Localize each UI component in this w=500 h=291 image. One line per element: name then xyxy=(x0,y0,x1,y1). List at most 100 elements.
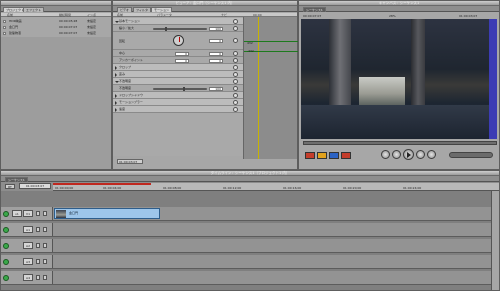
play-in-to-out-button[interactable] xyxy=(381,150,390,159)
lock-icon[interactable] xyxy=(36,275,40,280)
play-around-button[interactable] xyxy=(427,150,436,159)
list-item[interactable]: 建築物液 00:00:07:07 未設定 xyxy=(3,31,111,35)
disclosure-triangle-icon[interactable] xyxy=(115,107,117,112)
rotation-dial[interactable] xyxy=(173,35,184,46)
tab-motion[interactable]: モーション xyxy=(151,7,172,12)
play-button[interactable] xyxy=(403,149,414,160)
track-source-label[interactable]: v1 xyxy=(12,210,22,217)
param-section-speed[interactable]: 速度 xyxy=(113,106,243,113)
link-icon[interactable] xyxy=(43,275,47,280)
opacity-field[interactable]: 100 xyxy=(209,86,223,91)
browser-list-area xyxy=(1,37,111,169)
reset-button[interactable] xyxy=(233,107,238,112)
add-marker-button[interactable] xyxy=(329,152,339,159)
track-name-label[interactable]: A3 xyxy=(23,258,33,265)
reset-button[interactable] xyxy=(233,100,238,105)
link-icon[interactable] xyxy=(43,243,47,248)
track-name-label[interactable]: A1 xyxy=(23,226,33,233)
reset-button[interactable] xyxy=(233,72,238,77)
rotation-field[interactable]: 0 xyxy=(209,39,223,43)
next-edit-button[interactable] xyxy=(416,150,425,159)
disclosure-triangle-icon[interactable] xyxy=(115,93,117,98)
current-timecode[interactable]: 01:00:03:07 xyxy=(19,183,51,189)
rt-button[interactable]: RT xyxy=(5,184,15,189)
column-in[interactable]: イン点 xyxy=(87,13,96,17)
lock-icon[interactable] xyxy=(36,211,40,216)
param-section-drop-shadow[interactable]: ドロップシャドウ xyxy=(113,92,243,99)
link-icon[interactable] xyxy=(43,211,47,216)
slider-knob[interactable] xyxy=(165,26,167,31)
lock-icon[interactable] xyxy=(36,243,40,248)
time-ruler[interactable]: 01:00:00;00 01:00:04;00 01:00:08;00 01:0… xyxy=(53,183,499,191)
canvas-timecode-right[interactable]: 01:00:03;07 xyxy=(459,14,477,18)
nav-value-2: -432 xyxy=(247,49,254,53)
slider-knob[interactable] xyxy=(183,86,185,91)
track-audible-toggle[interactable] xyxy=(3,259,9,265)
list-item[interactable]: HDR映画 00:00:05;28 未設定 xyxy=(3,19,111,23)
list-item[interactable]: 金口門 00:00:07:07 未設定 xyxy=(3,25,111,29)
tab-effects[interactable]: エフェクト xyxy=(23,7,45,12)
keyframe-button[interactable] xyxy=(233,38,238,43)
overwrite-button[interactable] xyxy=(341,152,351,159)
video-frame[interactable] xyxy=(301,19,497,139)
viewer-timecode[interactable]: 01:00:03;07 xyxy=(117,159,143,164)
track-name-label[interactable]: A2 xyxy=(23,242,33,249)
param-section-basic-motion[interactable]: 基本モーション xyxy=(113,18,243,25)
track-name-label[interactable]: V1 xyxy=(23,210,33,217)
keyframe-graph[interactable] xyxy=(243,17,298,159)
param-section-distort[interactable]: 歪み xyxy=(113,71,243,78)
keyframe-button[interactable] xyxy=(233,51,238,56)
center-y-field[interactable]: 0 xyxy=(209,51,223,56)
scale-field[interactable]: 100 xyxy=(209,26,223,31)
disclosure-triangle-icon[interactable] xyxy=(115,100,117,105)
column-name[interactable]: 名前 xyxy=(7,13,13,17)
param-section-motion-blur[interactable]: モーションブラー xyxy=(113,99,243,106)
anchor-x-field[interactable]: 0 xyxy=(175,58,189,63)
param-section-crop[interactable]: クロップ xyxy=(113,64,243,71)
keyframe-button[interactable] xyxy=(233,86,238,91)
scale-slider[interactable] xyxy=(153,26,207,31)
column-duration[interactable]: 継続時間 xyxy=(59,13,71,17)
center-x-field[interactable]: 0 xyxy=(175,51,189,56)
tab-sequence[interactable]: シーケンス1 xyxy=(303,7,326,12)
mark-in-button[interactable] xyxy=(305,152,315,159)
tab-sequence[interactable]: シーケンス1 xyxy=(5,177,28,182)
reset-button[interactable] xyxy=(233,19,238,24)
track-visibility-toggle[interactable] xyxy=(3,211,9,217)
reset-button[interactable] xyxy=(233,65,238,70)
scrub-bar[interactable] xyxy=(303,141,497,145)
keyframe-button[interactable] xyxy=(233,58,238,63)
param-section-opacity[interactable]: 不透明度 xyxy=(113,78,243,85)
timeline-tabbar: シーケンス1 xyxy=(1,176,499,182)
link-icon[interactable] xyxy=(43,227,47,232)
canvas-zoom[interactable]: 28% xyxy=(389,14,396,18)
disclosure-triangle-icon[interactable] xyxy=(115,72,117,77)
reset-button[interactable] xyxy=(233,93,238,98)
disclosure-triangle-icon[interactable] xyxy=(115,65,117,70)
keyframe-button[interactable] xyxy=(233,26,238,31)
playhead-marker[interactable] xyxy=(258,17,259,159)
track-audible-toggle[interactable] xyxy=(3,243,9,249)
tab-filters[interactable]: フィルタ xyxy=(133,7,151,12)
mark-out-button[interactable] xyxy=(317,152,327,159)
previous-edit-button[interactable] xyxy=(392,150,401,159)
jog-control[interactable] xyxy=(449,152,493,158)
anchor-y-field[interactable]: 0 xyxy=(209,58,223,63)
link-icon[interactable] xyxy=(43,259,47,264)
opacity-slider[interactable] xyxy=(153,86,207,91)
reset-button[interactable] xyxy=(233,79,238,84)
lock-icon[interactable] xyxy=(36,259,40,264)
track-v1: v1 V1 金口門 xyxy=(1,207,499,221)
track-name-label[interactable]: A4 xyxy=(23,274,33,281)
lock-icon[interactable] xyxy=(36,227,40,232)
tab-video[interactable]: ビデオ xyxy=(117,7,133,12)
timeline-scrollbar[interactable] xyxy=(491,191,499,290)
canvas-timecode-left[interactable]: 00:00:07:07 xyxy=(303,14,321,18)
track-audible-toggle[interactable] xyxy=(3,227,9,233)
track-audible-toggle[interactable] xyxy=(3,275,9,281)
nav-value-1: 432 xyxy=(247,41,253,45)
mark-buttons xyxy=(305,152,357,159)
track-a1: A1 xyxy=(1,223,499,237)
timeline-clip[interactable]: 金口門 xyxy=(54,208,160,219)
column-name: 名前 xyxy=(117,13,124,17)
